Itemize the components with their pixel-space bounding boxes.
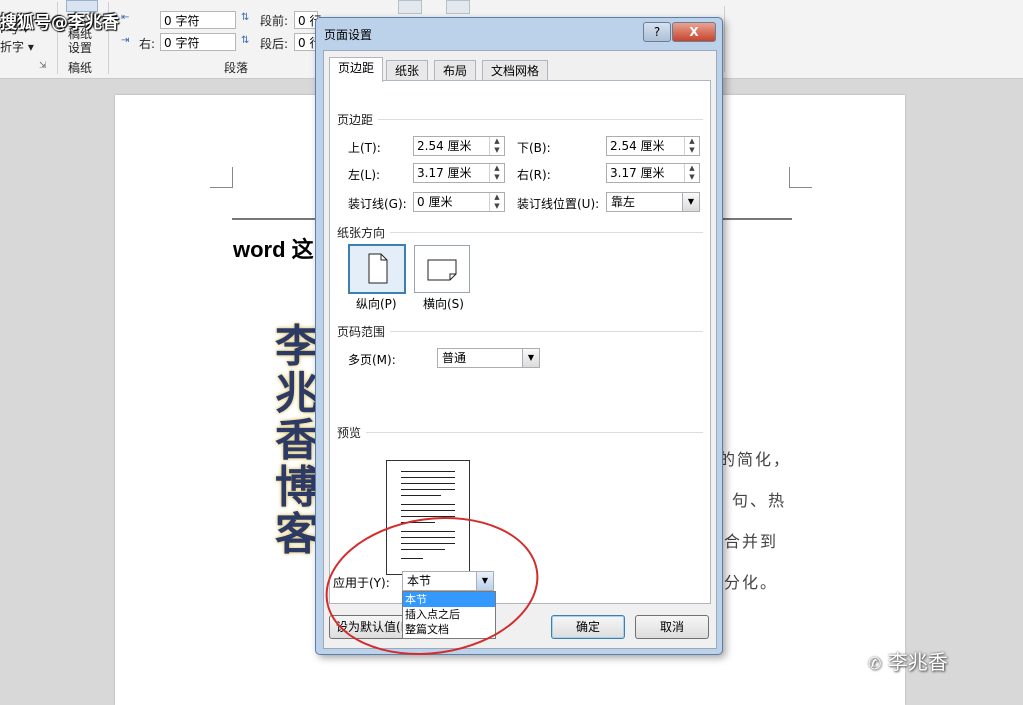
close-button[interactable]: X <box>672 22 716 42</box>
ribbon-separator <box>724 6 725 72</box>
preview-line <box>401 495 441 496</box>
spin-arrows-icon[interactable]: ▲ ▼ <box>684 137 699 155</box>
landscape-option[interactable] <box>414 245 470 293</box>
crop-mark <box>210 167 233 188</box>
ok-button[interactable]: 确定 <box>551 615 625 639</box>
body-text-fragment[interactable]: 分化。 <box>724 569 778 593</box>
gaozhi-button-line2[interactable]: 设置 <box>68 39 92 56</box>
watermark-bottom: ✆ 李兆香 <box>868 646 948 675</box>
body-text-fragment[interactable]: 句、热 <box>732 487 786 511</box>
tab-layout[interactable]: 布局 <box>434 60 477 81</box>
tab-margins[interactable]: 页边距 <box>329 57 384 82</box>
cancel-button[interactable]: 取消 <box>635 615 709 639</box>
gutter-position-select[interactable]: 靠左 ▼ <box>606 192 700 212</box>
tab-document-grid[interactable]: 文档网格 <box>482 60 549 81</box>
margin-right-input[interactable]: 3.17 厘米 ▲ ▼ <box>606 163 700 183</box>
group-divider <box>378 119 703 120</box>
tab-paper[interactable]: 纸张 <box>386 60 429 81</box>
ribbon-fragment-2[interactable]: 折字 ▾ <box>0 38 34 55</box>
chevron-down-icon[interactable]: ▼ <box>682 193 699 211</box>
document-title[interactable]: word 这 <box>233 232 314 264</box>
body-text-fragment[interactable]: 的简化， <box>719 446 791 470</box>
group-margins-label: 页边距 <box>337 113 374 127</box>
watermark-top: 搜狐号@李兆香 <box>0 13 119 33</box>
landscape-label[interactable]: 横向(S) <box>423 295 464 312</box>
preview-line <box>401 471 455 472</box>
preview-line <box>401 504 455 505</box>
crop-mark <box>789 167 812 188</box>
dialog-title: 页面设置 <box>324 28 373 42</box>
spin-arrows-icon[interactable]: ▲ ▼ <box>684 164 699 182</box>
preview-line <box>401 477 455 478</box>
spacing-after-icon: ⇅ <box>241 35 250 46</box>
preview-line <box>401 510 455 511</box>
portrait-label[interactable]: 纵向(P) <box>356 295 397 312</box>
group-orientation-label: 纸张方向 <box>337 226 386 240</box>
spacing-after-label: 段后: <box>260 37 289 51</box>
spin-arrows-icon[interactable]: ▲ ▼ <box>489 137 504 155</box>
portrait-option[interactable] <box>348 244 406 294</box>
dialog-launcher-icon[interactable]: ⇲ <box>39 61 47 71</box>
margin-right-label: 右(R): <box>517 168 551 182</box>
landscape-page-icon <box>427 259 457 281</box>
indent-right-input[interactable]: 0 字符 <box>160 33 236 51</box>
gutter-label: 装订线(G): <box>348 197 407 211</box>
multiple-pages-label: 多页(M): <box>348 353 396 367</box>
group-preview-label: 预览 <box>337 426 362 440</box>
body-text-fragment[interactable]: 合并到 <box>724 528 778 552</box>
indent-left-input[interactable]: 0 字符 <box>160 11 236 29</box>
group-divider <box>390 232 703 233</box>
margin-top-label: 上(T): <box>348 141 381 155</box>
indent-right-icon: ⇥ <box>121 35 130 46</box>
gutter-position-label: 装订线位置(U): <box>517 197 600 211</box>
preview-line <box>401 489 455 490</box>
preview-line <box>401 483 455 484</box>
margin-bottom-input[interactable]: 2.54 厘米 ▲ ▼ <box>606 136 700 156</box>
group-divider <box>366 432 703 433</box>
portrait-page-icon <box>368 253 388 284</box>
spacing-before-icon: ⇅ <box>241 12 250 23</box>
group-divider <box>390 331 703 332</box>
spacing-before-label: 段前: <box>260 14 289 28</box>
gutter-input[interactable]: 0 厘米 ▲ ▼ <box>413 192 505 212</box>
margin-left-label: 左(L): <box>348 168 381 182</box>
watermark-bottom-text: 李兆香 <box>887 650 948 674</box>
ribbon-tool-icon[interactable] <box>446 0 470 14</box>
group-paragraph-label: 段落 <box>224 61 249 75</box>
multiple-pages-select[interactable]: 普通 ▼ <box>437 348 540 368</box>
ribbon-tool-icon[interactable] <box>398 0 422 14</box>
wechat-icon: ✆ <box>868 654 882 673</box>
indent-left-icon: ⇤ <box>121 12 130 23</box>
margin-bottom-label: 下(B): <box>517 141 551 155</box>
indent-right-label: 右: <box>139 37 156 51</box>
group-pages-label: 页码范围 <box>337 325 386 339</box>
margin-left-input[interactable]: 3.17 厘米 ▲ ▼ <box>413 163 505 183</box>
spin-arrows-icon[interactable]: ▲ ▼ <box>489 164 504 182</box>
margin-top-input[interactable]: 2.54 厘米 ▲ ▼ <box>413 136 505 156</box>
tab-panel-margins: 页边距 上(T): 2.54 厘米 ▲ ▼ 下(B): 2.54 厘米 ▲ ▼ 左(… <box>329 80 711 604</box>
spin-arrows-icon[interactable]: ▲ ▼ <box>489 193 504 211</box>
chevron-down-icon[interactable]: ▼ <box>522 349 539 367</box>
group-gaozhi-label: 稿纸 <box>68 61 93 75</box>
help-button[interactable]: ? <box>643 22 671 42</box>
